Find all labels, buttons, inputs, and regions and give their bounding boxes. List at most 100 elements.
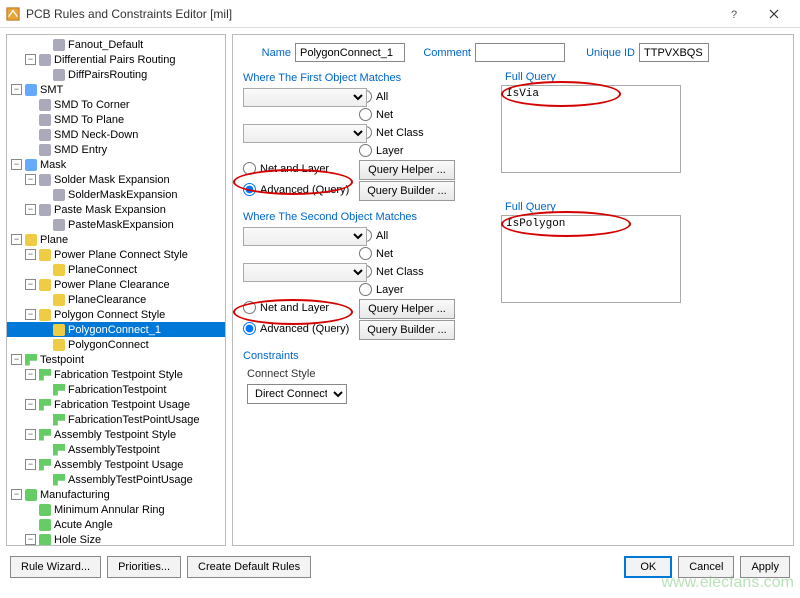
tree-item[interactable]: DiffPairsRouting [7,67,225,82]
tree-twisty-icon[interactable]: − [25,309,36,320]
first-combo-1[interactable] [243,88,367,107]
tree-item[interactable]: SolderMaskExpansion [7,187,225,202]
tree-node-icon [53,339,65,351]
first-full-query-box: Full Query IsVia [501,71,681,173]
ok-button[interactable]: OK [624,556,672,578]
second-query-builder-button[interactable]: Query Builder ... [359,320,455,340]
uniqueid-input[interactable] [639,43,709,62]
first-radio-net[interactable]: Net [359,106,489,123]
rules-tree-scroll[interactable]: Fanout_Default − Differential Pairs Routin… [7,35,225,545]
tree-item[interactable]: −Paste Mask Expansion [7,202,225,217]
tree-twisty-icon[interactable]: − [25,399,36,410]
rule-wizard-button[interactable]: Rule Wizard... [10,556,101,578]
tree-item[interactable]: −Power Plane Connect Style [7,247,225,262]
tree-item[interactable]: AssemblyTestPointUsage [7,472,225,487]
tree-item[interactable]: −Testpoint [7,352,225,367]
tree-item[interactable]: AssemblyTestpoint [7,442,225,457]
first-query-builder-button[interactable]: Query Builder ... [359,181,455,201]
help-button[interactable]: ? [714,0,754,28]
tree-item[interactable]: −Polygon Connect Style [7,307,225,322]
tree-node-icon [39,399,51,411]
constraints-label: Constraints [243,350,785,362]
close-button[interactable] [754,0,794,28]
tree-twisty-icon [25,129,36,140]
tree-item[interactable]: −Assembly Testpoint Usage [7,457,225,472]
tree-node-icon [39,279,51,291]
tree-twisty-icon[interactable]: − [25,174,36,185]
first-radio-layer[interactable]: Layer [359,142,489,159]
tree-item[interactable]: −Assembly Testpoint Style [7,427,225,442]
tree-twisty-icon[interactable]: − [25,54,36,65]
cancel-button[interactable]: Cancel [678,556,734,578]
tree-node-label: SMD To Plane [54,114,124,126]
tree-item[interactable]: −Fabrication Testpoint Usage [7,397,225,412]
tree-item[interactable]: −Plane [7,232,225,247]
tree-item[interactable]: Fanout_Default [7,37,225,52]
first-radio-netandlayer[interactable]: Net and Layer [243,160,353,177]
tree-twisty-icon[interactable]: − [25,534,36,545]
rules-tree[interactable]: Fanout_Default − Differential Pairs Routin… [7,35,225,545]
tree-item[interactable]: PlaneClearance [7,292,225,307]
tree-item[interactable]: −Fabrication Testpoint Style [7,367,225,382]
tree-node-label: FabricationTestpoint [68,384,166,396]
tree-twisty-icon[interactable]: − [25,249,36,260]
tree-item[interactable]: SMD Entry [7,142,225,157]
app-icon [6,7,20,21]
tree-item[interactable]: −SMT [7,82,225,97]
first-combo-2[interactable] [243,124,367,143]
comment-input[interactable] [475,43,565,62]
tree-twisty-icon[interactable]: − [11,354,22,365]
first-query-helper-button[interactable]: Query Helper ... [359,160,455,180]
tree-item[interactable]: Acute Angle [7,517,225,532]
tree-item[interactable]: Minimum Annular Ring [7,502,225,517]
connect-style-select[interactable]: Direct Connect [247,384,347,404]
first-radio-all[interactable]: All [359,88,489,105]
tree-item[interactable]: −Manufacturing [7,487,225,502]
tree-item[interactable]: FabricationTestPointUsage [7,412,225,427]
tree-twisty-icon[interactable]: − [25,279,36,290]
second-radio-all[interactable]: All [359,227,489,244]
second-combo-2[interactable] [243,263,367,282]
tree-node-icon [53,264,65,276]
tree-item[interactable]: −Mask [7,157,225,172]
second-radio-netandlayer[interactable]: Net and Layer [243,299,353,316]
tree-twisty-icon[interactable]: − [25,369,36,380]
first-radio-advanced[interactable]: Advanced (Query) [243,181,353,198]
tree-item[interactable]: SMD To Corner [7,97,225,112]
tree-twisty-icon[interactable]: − [11,84,22,95]
second-full-query-text[interactable]: IsPolygon [501,215,681,303]
tree-twisty-icon[interactable]: − [25,459,36,470]
tree-node-icon [25,159,37,171]
tree-twisty-icon[interactable]: − [25,204,36,215]
tree-item[interactable]: −Solder Mask Expansion [7,172,225,187]
tree-item[interactable]: PlaneConnect [7,262,225,277]
first-radio-netclass[interactable]: Net Class [359,124,489,141]
second-query-helper-button[interactable]: Query Helper ... [359,299,455,319]
second-radio-net[interactable]: Net [359,245,489,262]
tree-twisty-icon[interactable]: − [11,159,22,170]
tree-twisty-icon [39,189,50,200]
tree-item[interactable]: SMD To Plane [7,112,225,127]
first-full-query-text[interactable]: IsVia [501,85,681,173]
tree-item[interactable]: PasteMaskExpansion [7,217,225,232]
tree-item[interactable]: FabricationTestpoint [7,382,225,397]
tree-twisty-icon[interactable]: − [11,489,22,500]
tree-item[interactable]: PolygonConnect_1 [7,322,225,337]
tree-node-label: Differential Pairs Routing [54,54,175,66]
second-radio-layer[interactable]: Layer [359,281,489,298]
tree-twisty-icon[interactable]: − [25,429,36,440]
tree-item[interactable]: SMD Neck-Down [7,127,225,142]
apply-button[interactable]: Apply [740,556,790,578]
tree-item[interactable]: PolygonConnect [7,337,225,352]
second-radio-netclass[interactable]: Net Class [359,263,489,280]
tree-item[interactable]: − Differential Pairs Routing [7,52,225,67]
tree-item[interactable]: −Hole Size [7,532,225,545]
create-default-rules-button[interactable]: Create Default Rules [187,556,311,578]
second-radio-advanced[interactable]: Advanced (Query) [243,320,353,337]
tree-twisty-icon[interactable]: − [11,234,22,245]
tree-item[interactable]: −Power Plane Clearance [7,277,225,292]
second-combo-1[interactable] [243,227,367,246]
priorities-button[interactable]: Priorities... [107,556,181,578]
name-input[interactable] [295,43,405,62]
tree-node-label: PolygonConnect_1 [68,324,161,336]
